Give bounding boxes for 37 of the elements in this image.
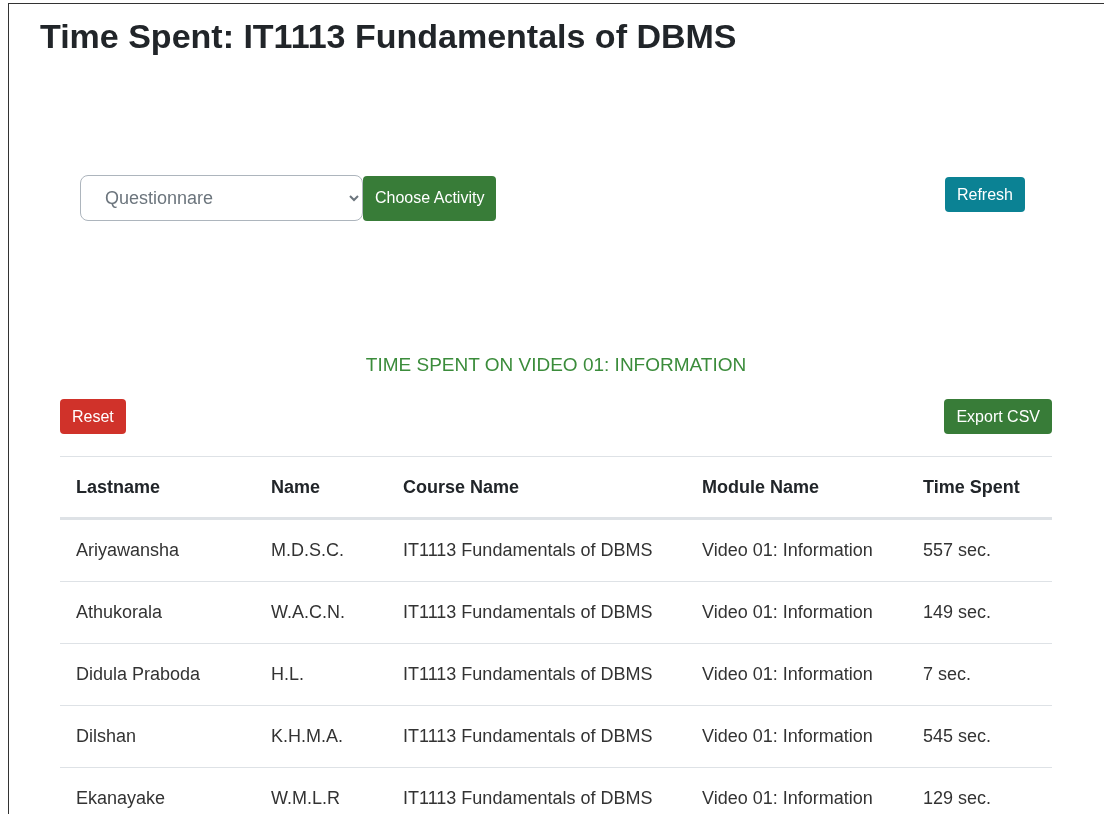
page-title: Time Spent: IT1113 Fundamentals of DBMS	[40, 16, 738, 57]
table-cell: 7 sec.	[907, 643, 1052, 706]
activity-select[interactable]: Questionnare	[80, 175, 363, 221]
table-cell: Didula Praboda	[60, 643, 255, 706]
table-cell: W.A.C.N.	[255, 581, 387, 644]
table-cell: IT1113 Fundamentals of DBMS	[387, 705, 686, 768]
table-cell: 149 sec.	[907, 581, 1052, 644]
column-header: Time Spent	[907, 456, 1052, 519]
section-title: TIME SPENT ON VIDEO 01: INFORMATION	[364, 354, 748, 376]
table-cell: IT1113 Fundamentals of DBMS	[387, 581, 686, 644]
column-header: Name	[255, 456, 387, 519]
table-cell: IT1113 Fundamentals of DBMS	[387, 767, 686, 814]
column-header: Course Name	[387, 456, 686, 519]
table-cell: H.L.	[255, 643, 387, 706]
table-cell: IT1113 Fundamentals of DBMS	[387, 643, 686, 706]
table-cell: Video 01: Information	[686, 705, 907, 768]
table-cell: 545 sec.	[907, 705, 1052, 768]
refresh-button[interactable]: Refresh	[944, 177, 1025, 212]
table-cell: Video 01: Information	[686, 581, 907, 644]
table-cell: Video 01: Information	[686, 643, 907, 706]
table-cell: W.M.L.R	[255, 767, 387, 814]
table-cell: 129 sec.	[907, 767, 1052, 814]
table-cell: Athukorala	[60, 581, 255, 644]
table-cell: Video 01: Information	[686, 518, 907, 582]
export-csv-button[interactable]: Export CSV	[944, 399, 1052, 434]
choose-activity-button[interactable]: Choose Activity	[363, 175, 497, 221]
table-cell: IT1113 Fundamentals of DBMS	[387, 518, 686, 582]
reset-button[interactable]: Reset	[60, 399, 126, 434]
table-cell: Video 01: Information	[686, 767, 907, 814]
table-cell: Ekanayake	[60, 767, 255, 814]
table-cell: Dilshan	[60, 705, 255, 768]
table-cell: M.D.S.C.	[255, 518, 387, 582]
table-cell: 557 sec.	[907, 518, 1052, 582]
column-header: Lastname	[60, 456, 255, 519]
table-cell: Ariyawansha	[60, 518, 255, 582]
column-header: Module Name	[686, 456, 907, 519]
table-cell: K.H.M.A.	[255, 705, 387, 768]
